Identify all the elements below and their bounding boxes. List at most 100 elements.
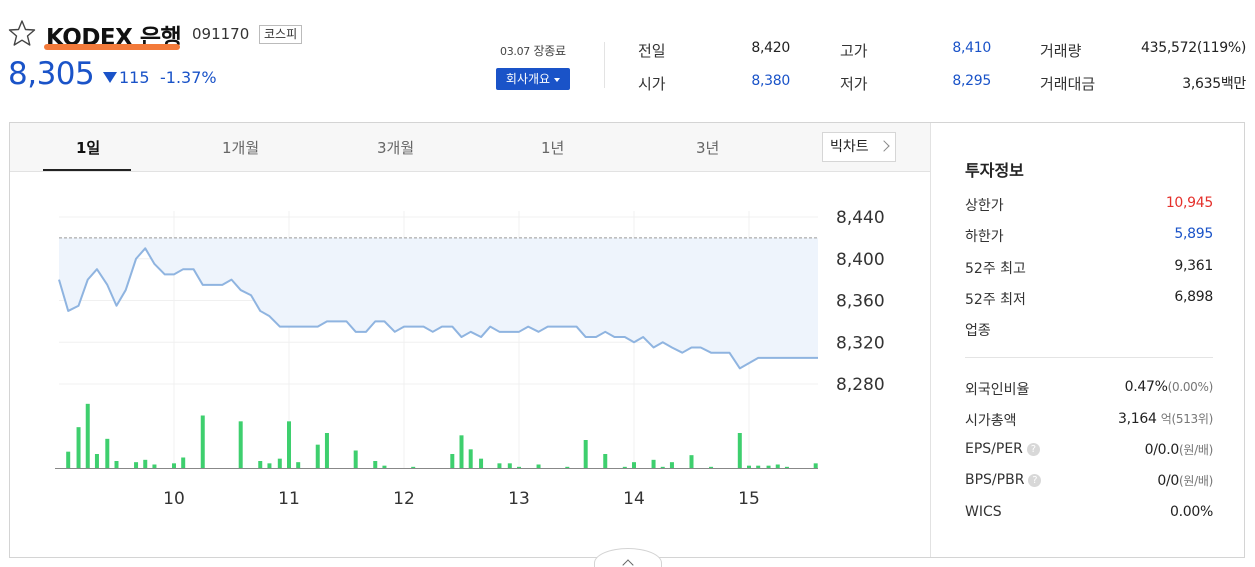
intraday-chart[interactable]: 8,440 8,400 8,360 8,320 8,280 10 11 12 13 14 15 <box>10 173 930 557</box>
volume-bar <box>238 421 243 468</box>
volume-bar <box>258 461 263 468</box>
bps-pbr-label: BPS/PBR? <box>965 472 1042 488</box>
prev-close-value: 8,420 <box>751 40 790 56</box>
market-cap-number: 3,164 <box>1117 411 1157 427</box>
volume-bar <box>181 457 186 468</box>
tab-1day[interactable]: 1일 <box>76 137 100 158</box>
market-status: 03.07 장종료 <box>500 42 566 59</box>
chart-panel: 1일 1개월 3개월 1년 3년 빅차트 8,440 8,400 8,360 8,32… <box>9 122 1245 558</box>
foreign-ratio-label: 외국인비율 <box>965 382 1030 398</box>
volume-bar <box>411 466 416 468</box>
volume-bar <box>114 461 119 468</box>
volume-bar <box>651 459 656 468</box>
volume-label: 거래량 <box>1040 42 1082 60</box>
tab-3year[interactable]: 3년 <box>696 137 719 158</box>
bps-pbr-text: BPS/PBR <box>965 472 1025 488</box>
volume-bar <box>583 440 588 468</box>
current-price: 8,305 <box>8 56 95 92</box>
volume-bar <box>632 462 636 468</box>
quote-date: 03.07 <box>500 45 530 58</box>
low52-row: 52주 최저 6,898 <box>965 289 1213 309</box>
volume-bar <box>775 464 780 468</box>
volume-bar <box>756 465 761 468</box>
chevron-up-icon <box>622 559 634 567</box>
info-divider <box>965 357 1213 358</box>
y-tick-label-4: 8,280 <box>836 375 885 395</box>
y-tick-label-1: 8,400 <box>836 250 885 270</box>
y-tick-label-0: 8,440 <box>836 208 885 228</box>
foreign-ratio-sub: (0.00%) <box>1167 380 1214 394</box>
volume-bar <box>709 466 714 468</box>
lower-limit-value: 5,895 <box>1174 226 1213 242</box>
price-change-rate: -1.37% <box>160 68 217 87</box>
tab-3month[interactable]: 3개월 <box>377 137 414 158</box>
tab-1year[interactable]: 1년 <box>541 137 564 158</box>
prev-close-label: 전일 <box>638 42 666 60</box>
volume-bar <box>172 463 176 468</box>
x-tick-label-2: 12 <box>393 489 415 509</box>
volume-bar <box>459 435 464 468</box>
volume-bar <box>287 421 291 468</box>
volume-bar <box>479 458 484 468</box>
x-tick-label-3: 13 <box>508 489 530 509</box>
volume-bar <box>468 449 473 468</box>
company-overview-button[interactable]: 회사개요 <box>496 68 570 90</box>
volume-bar <box>622 466 627 468</box>
volume-bar <box>497 463 502 468</box>
wics-label: WICS <box>965 504 1002 520</box>
down-triangle-icon <box>103 72 117 83</box>
high52-row: 52주 최고 9,361 <box>965 258 1213 278</box>
stock-code: 091170 <box>192 25 250 43</box>
period-tabs: 1일 1개월 3개월 1년 3년 빅차트 <box>10 123 930 172</box>
foreign-ratio-row: 외국인비율 0.47%(0.00%) <box>965 379 1213 399</box>
sector-label: 업종 <box>965 323 991 339</box>
low-label: 저가 <box>840 75 868 93</box>
volume-bar <box>94 454 99 468</box>
volume-bar <box>277 458 282 468</box>
bigchart-button[interactable]: 빅차트 <box>822 132 896 162</box>
company-overview-label: 회사개요 <box>505 72 551 86</box>
volume-bar <box>76 427 81 468</box>
bps-pbr-unit: (원/배) <box>1179 474 1213 488</box>
volume-bar <box>324 433 329 468</box>
help-question-icon[interactable]: ? <box>1026 443 1040 456</box>
investment-info-title: 투자정보 <box>965 161 1024 180</box>
volume-bar <box>373 461 378 468</box>
eps-per-text: EPS/PER <box>965 441 1023 457</box>
bps-pbr-value: 0/0(원/배) <box>1157 472 1213 489</box>
eps-per-unit: (원/배) <box>1179 443 1213 457</box>
volume-bar <box>353 450 358 468</box>
trade-value-value: 3,635백만 <box>1182 76 1246 92</box>
open-label: 시가 <box>638 75 666 93</box>
volume-value: 435,572(119%) <box>1141 40 1246 56</box>
trade-value-label: 거래대금 <box>1040 75 1096 93</box>
volume-bar <box>315 444 320 468</box>
high52-label: 52주 최고 <box>965 261 1026 277</box>
eps-per-value: 0/0.0(원/배) <box>1144 441 1214 458</box>
eps-per-number: 0/0.0 <box>1144 442 1180 458</box>
eps-per-row: EPS/PER? 0/0.0(원/배) <box>965 441 1213 461</box>
bps-pbr-number: 0/0 <box>1157 473 1179 489</box>
favorite-star-icon[interactable] <box>8 19 36 47</box>
volume-bar <box>267 463 272 468</box>
wics-value: 0.00% <box>1170 504 1213 520</box>
lower-limit-row: 하한가 5,895 <box>965 226 1213 246</box>
volume-bar <box>450 454 455 468</box>
market-cap-row: 시가총액 3,164 억(513위) <box>965 410 1213 430</box>
market-cap-unit: 억 <box>1160 412 1172 426</box>
volume-bar <box>134 462 139 468</box>
caret-down-icon <box>554 77 561 82</box>
volume-bar <box>152 464 157 468</box>
tab-1month[interactable]: 1개월 <box>222 137 259 158</box>
x-tick-label-1: 11 <box>278 489 300 509</box>
high-value: 8,410 <box>952 40 991 56</box>
volume-bar <box>200 415 205 468</box>
volume-bar <box>747 465 751 468</box>
volume-bar <box>813 463 818 468</box>
volume-bar <box>517 466 521 468</box>
help-question-icon[interactable]: ? <box>1028 474 1042 487</box>
market-cap-label: 시가총액 <box>965 413 1017 429</box>
foreign-ratio-number: 0.47% <box>1124 379 1168 395</box>
upper-limit-value: 10,945 <box>1165 195 1213 211</box>
market-cap-rank: (513위) <box>1171 412 1213 426</box>
